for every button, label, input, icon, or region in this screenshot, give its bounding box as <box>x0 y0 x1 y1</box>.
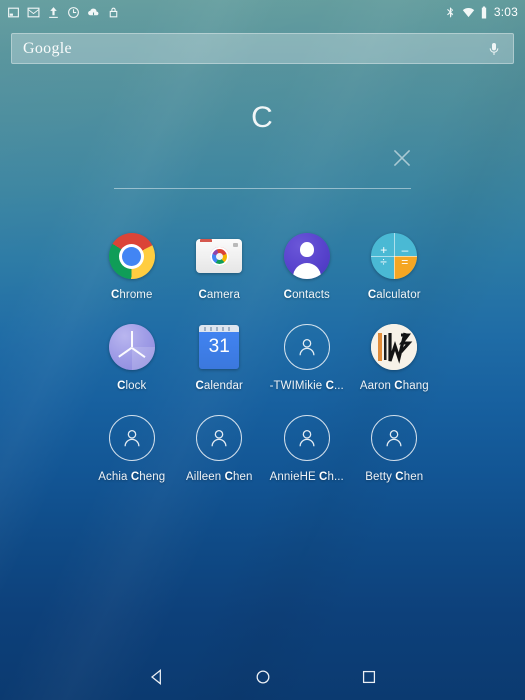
contacts-icon <box>283 232 331 280</box>
grid-item-contact-aaron-chang[interactable]: Aaron Chang <box>351 323 439 392</box>
grid-item-contact-betty-chen[interactable]: Betty Chen <box>351 414 439 483</box>
microphone-icon[interactable] <box>486 40 502 58</box>
chrome-icon <box>108 232 156 280</box>
contact-avatar-icon <box>195 414 243 462</box>
contact-avatar-icon <box>370 414 418 462</box>
grid-item-label: Contacts <box>283 289 330 301</box>
grid-item-label: AnnieHE Ch... <box>269 471 344 483</box>
grid-item-label: Camera <box>198 289 240 301</box>
upload-icon <box>47 6 60 19</box>
search-query-text[interactable]: C <box>0 101 525 135</box>
battery-icon <box>480 6 488 19</box>
grid-item-label: -TWIMikie C... <box>269 380 344 392</box>
contact-avatar-icon <box>283 323 331 371</box>
bluetooth-icon <box>444 6 457 19</box>
calendar-day-number: 31 <box>208 336 230 357</box>
calc-divide-glyph: ÷ <box>380 255 387 269</box>
android-home-screen: 3:03 Google C Chrome Camera Contacts + –… <box>0 0 525 700</box>
grid-item-contacts[interactable]: Contacts <box>263 232 351 301</box>
calculator-icon: + – ÷ = <box>370 232 418 280</box>
grid-item-label: Calculator <box>367 289 421 301</box>
search-results-grid: Chrome Camera Contacts + – ÷ = Calculato… <box>88 232 438 483</box>
alarm-icon <box>67 6 80 19</box>
calendar-icon: 31 <box>195 323 243 371</box>
home-icon[interactable] <box>253 667 273 687</box>
search-field-underline <box>114 188 411 189</box>
grid-item-label: Clock <box>117 380 147 392</box>
search-query-overlay: C <box>0 95 525 195</box>
calc-equals-glyph: = <box>401 255 409 269</box>
contact-avatar-icon <box>283 414 331 462</box>
back-icon[interactable] <box>147 667 167 687</box>
contact-avatar-icon <box>108 414 156 462</box>
grid-item-label: Calendar <box>195 380 243 392</box>
camera-icon <box>195 232 243 280</box>
email-icon <box>27 6 40 19</box>
status-bar: 3:03 <box>0 0 525 24</box>
cloud-upload-icon <box>87 6 100 19</box>
lock-icon <box>107 6 120 19</box>
grid-item-label: Chrome <box>110 289 153 301</box>
grid-item-label: Aaron Chang <box>359 380 429 392</box>
screenshot-icon <box>7 6 20 19</box>
grid-item-contact-ailleen-chen[interactable]: Ailleen Chen <box>176 414 264 483</box>
status-bar-clock: 3:03 <box>493 4 518 19</box>
google-logo-text: Google <box>23 39 72 57</box>
grid-item-label: Ailleen Chen <box>186 471 253 483</box>
grid-item-camera[interactable]: Camera <box>176 232 264 301</box>
navigation-bar <box>0 654 525 700</box>
grid-item-calendar[interactable]: 31 Calendar <box>176 323 264 392</box>
grid-item-contact-twimikie[interactable]: -TWIMikie C... <box>263 323 351 392</box>
grid-item-chrome[interactable]: Chrome <box>88 232 176 301</box>
wifi-icon <box>462 6 475 19</box>
grid-item-contact-achia-cheng[interactable]: Achia Cheng <box>88 414 176 483</box>
clock-icon <box>108 323 156 371</box>
contact-photo-icon <box>370 323 418 371</box>
status-bar-right-icons: 3:03 <box>444 4 518 19</box>
recents-icon[interactable] <box>359 667 379 687</box>
grid-item-label: Achia Cheng <box>98 471 166 483</box>
status-bar-left-icons <box>7 6 120 19</box>
grid-item-calculator[interactable]: + – ÷ = Calculator <box>351 232 439 301</box>
grid-item-clock[interactable]: Clock <box>88 323 176 392</box>
close-icon[interactable] <box>389 145 415 171</box>
grid-item-contact-anniehe[interactable]: AnnieHE Ch... <box>263 414 351 483</box>
grid-item-label: Betty Chen <box>365 471 424 483</box>
google-search-bar[interactable]: Google <box>11 33 514 64</box>
